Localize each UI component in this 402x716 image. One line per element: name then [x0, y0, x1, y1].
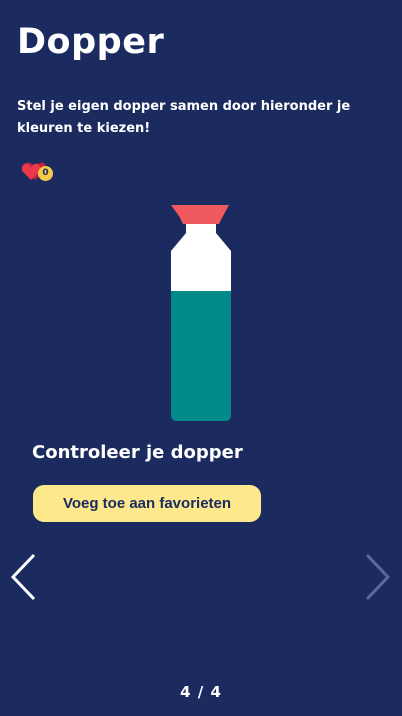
next-step-button[interactable]: [362, 553, 392, 601]
bottle-preview: [171, 205, 231, 421]
previous-step-button[interactable]: [9, 553, 39, 601]
favorites-indicator[interactable]: 0: [21, 160, 61, 184]
step-pager: 4 / 4: [180, 683, 222, 701]
bottle-cap: [171, 205, 229, 224]
page-title: Dopper: [17, 22, 165, 62]
page-subtitle: Stel je eigen dopper samen door hieronde…: [17, 99, 351, 136]
bottle-neck: [186, 224, 216, 233]
bottle-body-top: [171, 233, 231, 291]
check-dopper-label: Controleer je dopper: [32, 442, 243, 463]
favorites-count-badge: 0: [38, 166, 53, 181]
bottle-body-bottom: [171, 291, 231, 421]
add-to-favorites-button[interactable]: Voeg toe aan favorieten: [33, 485, 261, 522]
chevron-left-icon: [10, 553, 36, 601]
chevron-right-icon: [365, 553, 391, 601]
